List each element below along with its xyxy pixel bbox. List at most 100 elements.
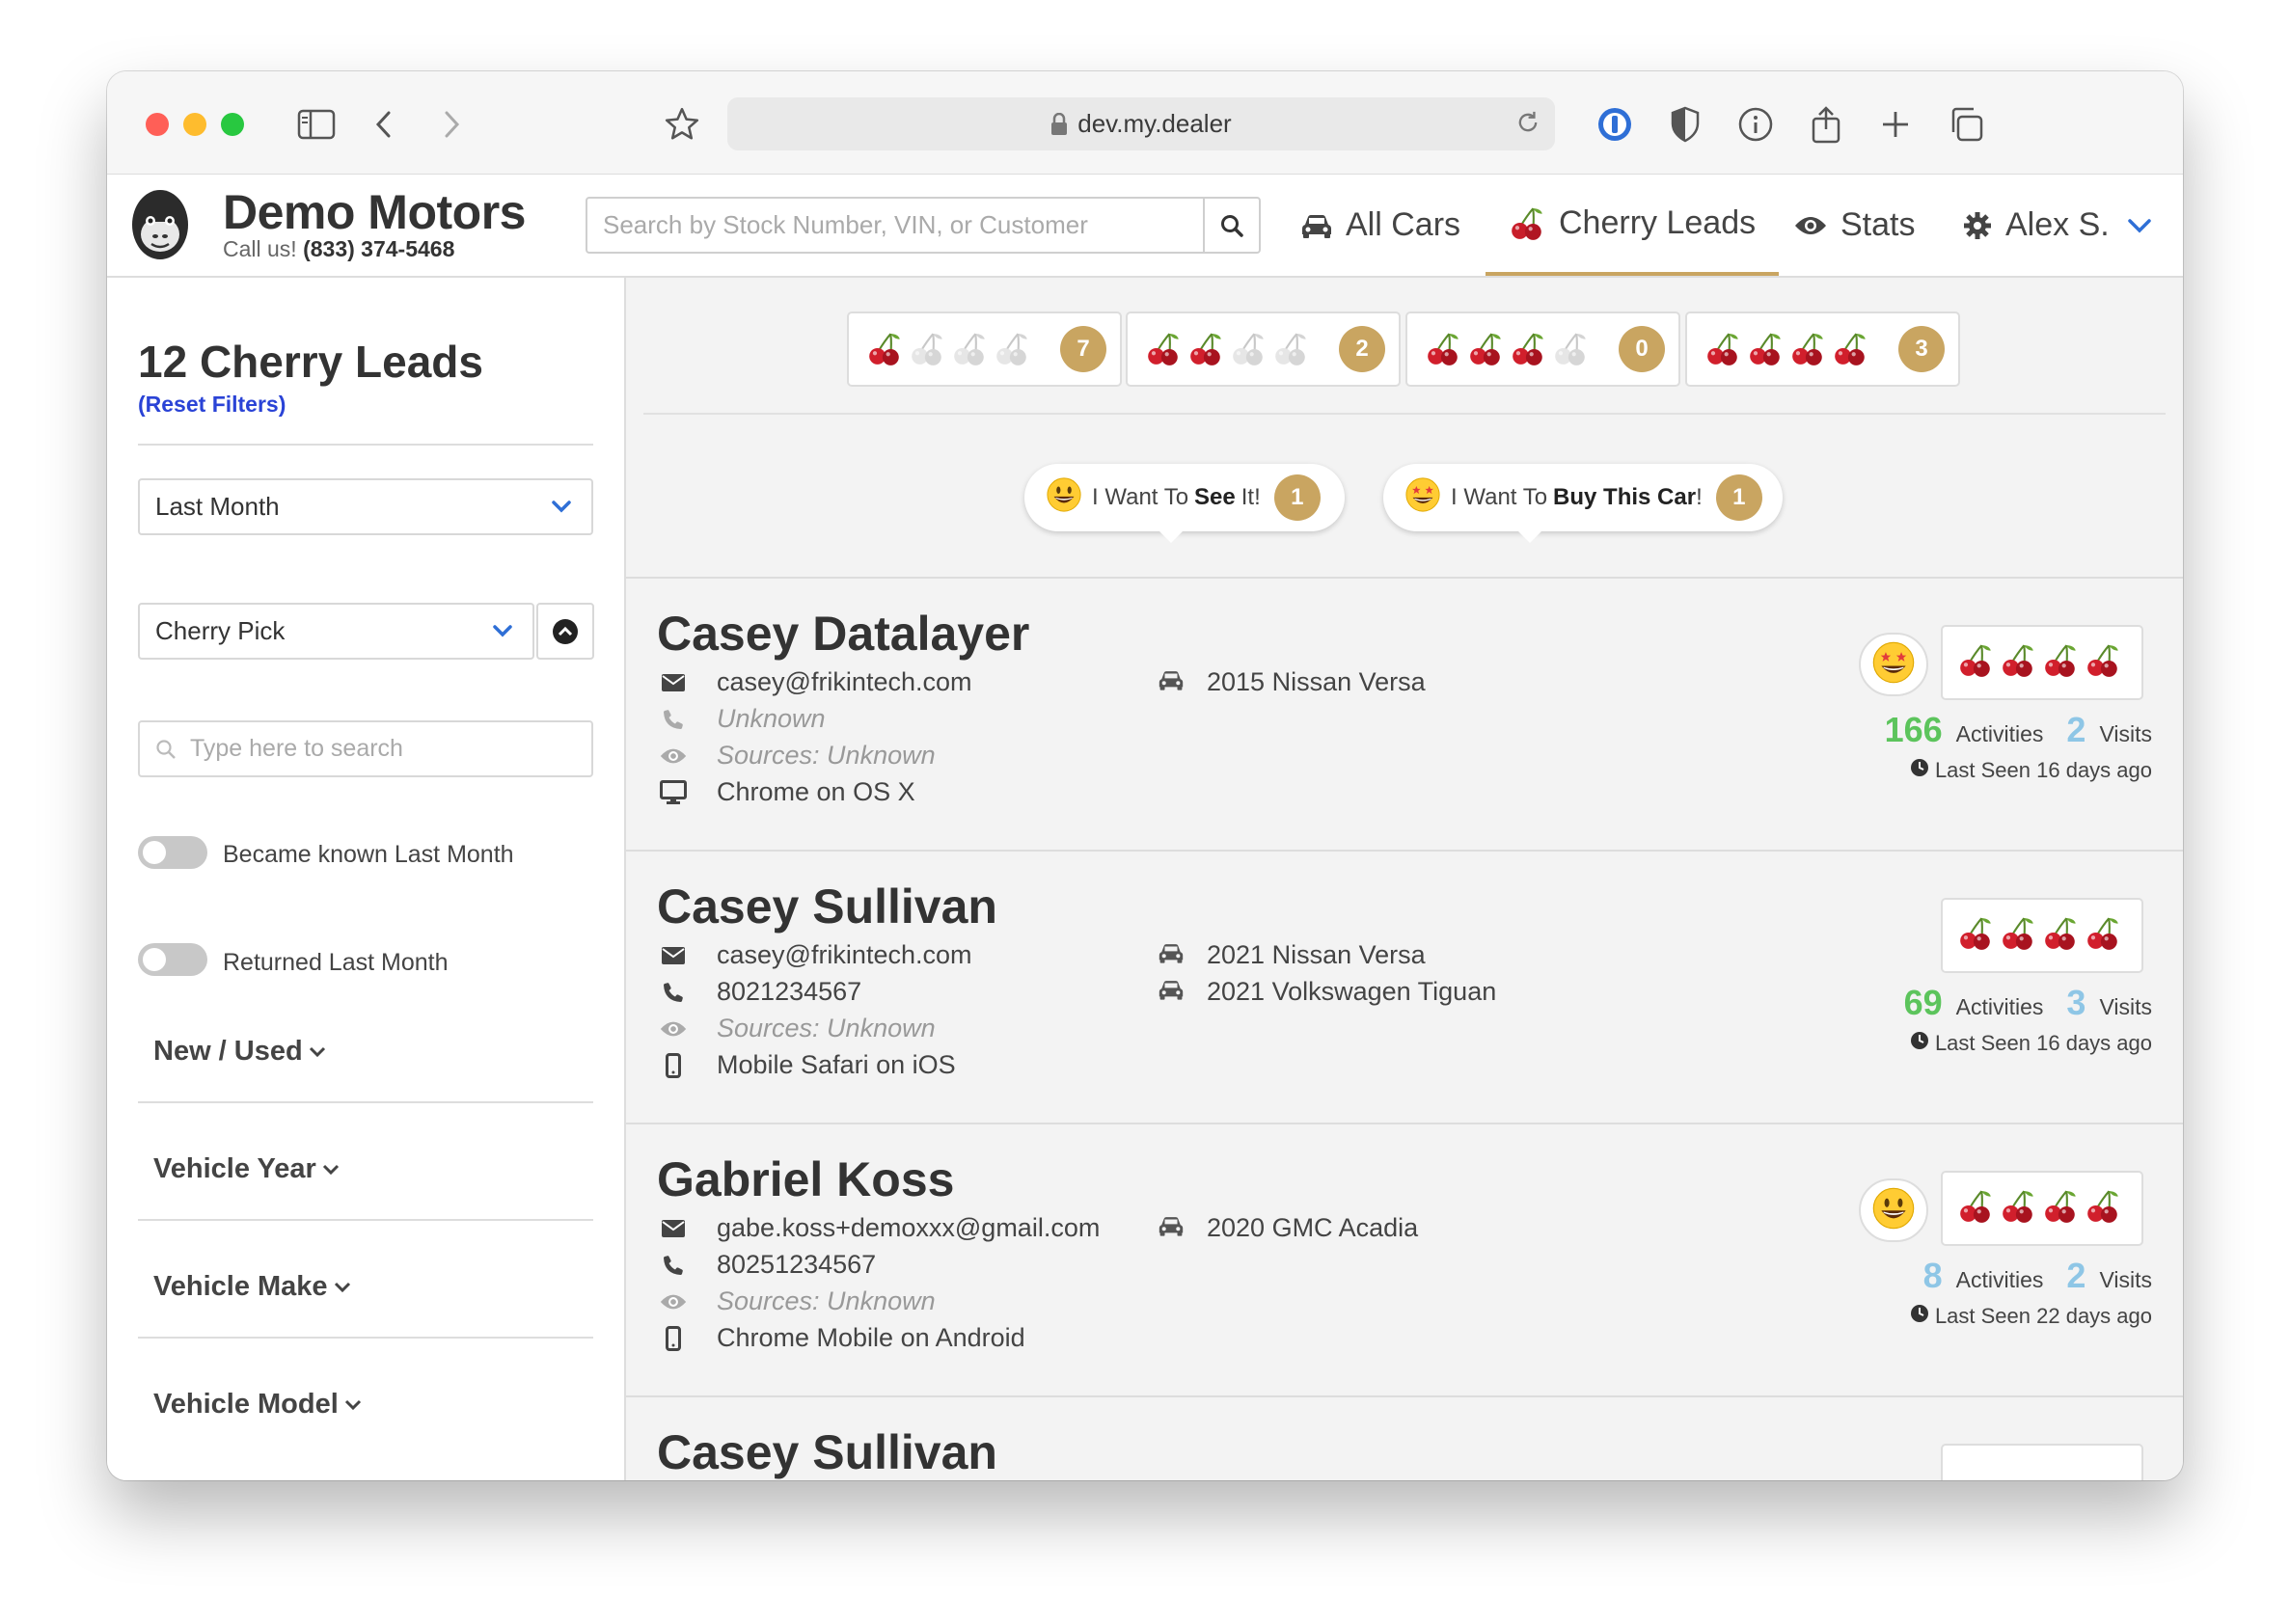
- cherry-rating: [1957, 642, 2127, 684]
- cherry-filter-2[interactable]: 2: [1126, 311, 1401, 387]
- lead-car-value: 2020 GMC Acadia: [1207, 1213, 1419, 1242]
- lead-phone-value[interactable]: 8021234567: [717, 977, 861, 1007]
- grinning-face-icon: [1871, 1186, 1916, 1235]
- lead-search-field[interactable]: Type here to search: [138, 720, 593, 777]
- zoom-window-button[interactable]: [221, 113, 244, 136]
- filter-vehicle-make[interactable]: Vehicle Make: [153, 1271, 351, 1303]
- lead-card[interactable]: Gabriel Koss gabe.koss+demoxxx@gmail.com…: [626, 1123, 2183, 1395]
- cherry-icon: [1512, 206, 1542, 240]
- desktop-icon: [657, 779, 690, 805]
- chevron-down-icon: [344, 1400, 361, 1411]
- gorilla-logo-icon: [132, 190, 188, 259]
- period-select[interactable]: Last Month: [138, 478, 593, 535]
- search-icon: [156, 739, 176, 759]
- back-icon[interactable]: [360, 100, 408, 149]
- nav-stats[interactable]: Stats: [1794, 175, 1915, 276]
- lead-car[interactable]: 2021 Nissan Versa: [1159, 940, 1426, 970]
- divider: [138, 444, 593, 446]
- brand-name[interactable]: Demo Motors: [223, 184, 526, 240]
- lead-email-value[interactable]: gabe.koss+demoxxx@gmail.com: [717, 1213, 1100, 1243]
- count-badge: 2: [1339, 326, 1385, 372]
- reload-icon[interactable]: [1514, 109, 1541, 136]
- lead-car[interactable]: 2015 Nissan Versa: [1159, 667, 1426, 697]
- lead-phone: 8021234567: [657, 977, 861, 1007]
- intent-strong: Buy This Car: [1553, 484, 1697, 510]
- sort-select[interactable]: Cherry Pick: [138, 603, 534, 660]
- star-struck-face-icon: [1859, 633, 1928, 696]
- global-search-input[interactable]: [587, 199, 1203, 252]
- lead-card[interactable]: Casey Sullivan casey@frikintech.com 8021…: [626, 850, 2183, 1123]
- sort-direction-button[interactable]: [536, 603, 594, 660]
- nav-cherry-leads[interactable]: Cherry Leads: [1486, 175, 1780, 276]
- visits-label: Visits: [2099, 1267, 2152, 1292]
- share-icon[interactable]: [1802, 100, 1850, 149]
- sidebar-toggle-icon[interactable]: [292, 100, 341, 149]
- filter-vehicle-year[interactable]: Vehicle Year: [153, 1153, 340, 1185]
- nav-all-cars[interactable]: All Cars: [1301, 175, 1460, 276]
- new-tab-icon[interactable]: [1871, 100, 1920, 149]
- cherry-filter-4[interactable]: 3: [1685, 311, 1960, 387]
- close-window-button[interactable]: [146, 113, 169, 136]
- lead-card[interactable]: Casey Sullivan: [626, 1395, 2183, 1480]
- lead-phone-value[interactable]: 80251234567: [717, 1250, 876, 1280]
- filter-vehicle-model[interactable]: Vehicle Model: [153, 1389, 362, 1421]
- bookmark-star-icon[interactable]: [658, 100, 706, 149]
- lead-car[interactable]: 2021 Volkswagen Tiguan: [1159, 977, 1496, 1007]
- lead-sources-value: Sources: Unknown: [717, 741, 936, 770]
- lead-sources: Sources: Unknown: [657, 741, 936, 771]
- address-bar[interactable]: dev.my.dealer: [727, 97, 1555, 150]
- lead-sources-value: Sources: Unknown: [717, 1286, 936, 1315]
- activities-count: 69: [1903, 983, 1943, 1022]
- lead-email-value[interactable]: casey@frikintech.com: [717, 940, 972, 970]
- last-seen-text: Last Seen 16 days ago: [1934, 1031, 2152, 1055]
- chevron-down-icon: [309, 1047, 325, 1058]
- lead-card[interactable]: Casey Datalayer casey@frikintech.com Unk…: [626, 577, 2183, 850]
- eye-icon: [657, 746, 690, 766]
- envelope-icon: [657, 1219, 690, 1238]
- became-known-label: Became known Last Month: [223, 841, 514, 868]
- activities-label: Activities: [1955, 721, 2044, 746]
- visits-label: Visits: [2099, 994, 2152, 1019]
- info-icon[interactable]: [1731, 100, 1780, 149]
- intent-see-it-filter[interactable]: I Want To See It! 1: [1024, 464, 1345, 543]
- became-known-toggle[interactable]: [138, 836, 207, 869]
- returned-label: Returned Last Month: [223, 949, 449, 976]
- search-button[interactable]: [1203, 199, 1259, 252]
- nav-cherry-leads-label: Cherry Leads: [1559, 204, 1757, 241]
- activities-label: Activities: [1955, 1267, 2044, 1292]
- returned-toggle[interactable]: [138, 943, 207, 976]
- lead-search-placeholder: Type here to search: [190, 735, 403, 762]
- filter-new-used[interactable]: New / Used: [153, 1036, 326, 1068]
- cherry-filter-1[interactable]: 7: [847, 311, 1122, 387]
- clock-icon: [1910, 758, 1935, 783]
- chevron-down-icon: [2127, 218, 2151, 232]
- lead-device: Chrome Mobile on Android: [657, 1323, 1025, 1353]
- cherry-filter-3[interactable]: 0: [1405, 311, 1680, 387]
- reset-filters-link[interactable]: (Reset Filters): [138, 392, 286, 418]
- divider: [138, 1337, 593, 1339]
- intent-buy-car-filter[interactable]: I Want To Buy This Car ! 1: [1383, 464, 1783, 543]
- minimize-window-button[interactable]: [183, 113, 206, 136]
- lead-name[interactable]: Casey Sullivan: [657, 879, 997, 934]
- cherry-rating: [1957, 1188, 2127, 1230]
- call-us-label: Call us!: [223, 236, 297, 261]
- tab-overview-icon[interactable]: [1942, 100, 1990, 149]
- lead-name[interactable]: Gabriel Koss: [657, 1151, 954, 1207]
- car-icon: [1159, 977, 1207, 1007]
- lead-name[interactable]: Casey Sullivan: [657, 1424, 997, 1480]
- lead-car[interactable]: 2020 GMC Acadia: [1159, 1213, 1418, 1243]
- intent-prefix: I Want To: [1092, 484, 1189, 510]
- count-badge: 1: [1273, 474, 1321, 521]
- lead-name[interactable]: Casey Datalayer: [657, 606, 1029, 662]
- clock-icon: [1910, 1031, 1935, 1056]
- browser-toolbar: dev.my.dealer: [107, 71, 2183, 175]
- nav-user-menu[interactable]: Alex S.: [1963, 175, 2152, 276]
- password-manager-icon[interactable]: [1591, 100, 1639, 149]
- cherry-rating: [1425, 331, 1595, 367]
- lead-device-value: Chrome on OS X: [717, 777, 915, 806]
- privacy-shield-icon[interactable]: [1661, 100, 1709, 149]
- forward-icon[interactable]: [427, 100, 476, 149]
- lead-email-value[interactable]: casey@frikintech.com: [717, 667, 972, 697]
- phone-number[interactable]: (833) 374-5468: [303, 236, 454, 261]
- lead-car-value: 2021 Volkswagen Tiguan: [1207, 977, 1497, 1006]
